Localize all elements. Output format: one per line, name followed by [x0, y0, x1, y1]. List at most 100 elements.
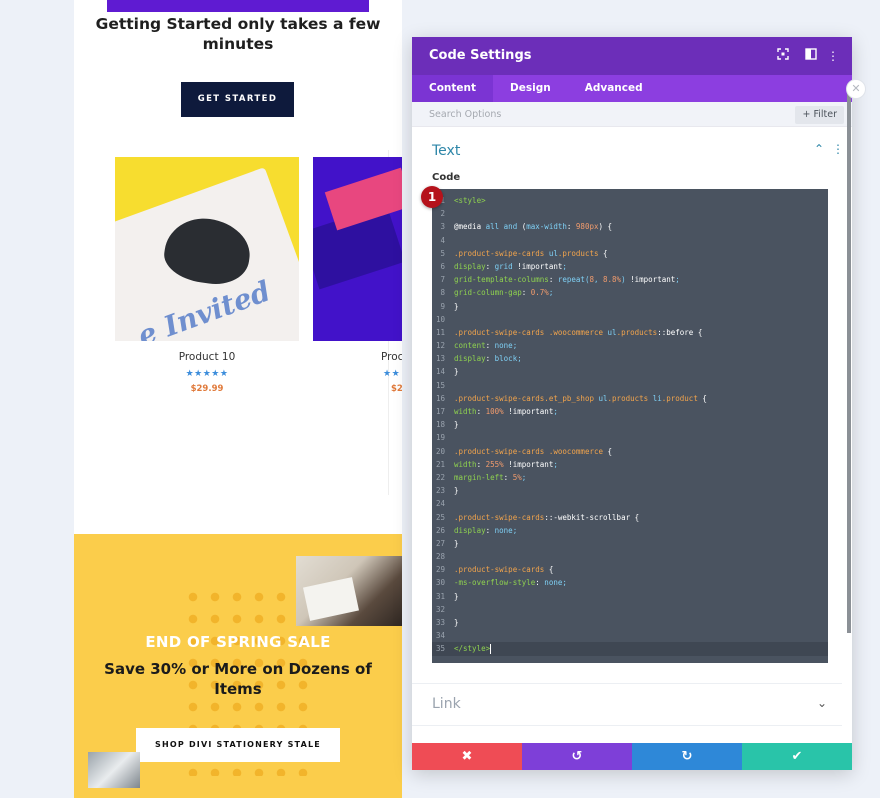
product-name[interactable]: Product 10: [115, 351, 299, 363]
code-line[interactable]: 29 .product-swipe-cards {: [432, 563, 828, 576]
code-text: }: [454, 591, 459, 601]
product-price: $2: [391, 384, 402, 394]
code-text: }: [454, 538, 459, 548]
page-preview: Getting Started only takes a few minutes…: [74, 0, 402, 798]
line-number: 23: [435, 486, 445, 496]
code-line[interactable]: 22 margin-left: 5%;: [432, 471, 828, 484]
code-line[interactable]: 13 display: block;: [432, 352, 828, 365]
code-line[interactable]: 2: [432, 207, 828, 220]
code-line[interactable]: 1 <style>: [432, 194, 828, 207]
section-more-icon[interactable]: ⋮: [832, 142, 844, 156]
code-line[interactable]: 34: [432, 629, 828, 642]
line-number: 5: [440, 248, 445, 258]
product-image[interactable]: [313, 157, 402, 341]
tab-advanced[interactable]: Advanced: [568, 75, 660, 102]
code-text: .product-swipe-cards ul.products {: [454, 248, 608, 258]
code-line[interactable]: 26 display: none;: [432, 524, 828, 537]
undo-button[interactable]: ↺: [522, 743, 632, 770]
get-started-button[interactable]: GET STARTED: [181, 82, 294, 117]
code-line[interactable]: 12 content: none;: [432, 339, 828, 352]
code-line[interactable]: 15: [432, 379, 828, 392]
code-text: }: [454, 486, 459, 496]
code-line[interactable]: 21 width: 255% !important;: [432, 458, 828, 471]
line-number: 9: [440, 301, 445, 311]
code-line[interactable]: 3 @media all and (max-width: 980px) {: [432, 220, 828, 233]
line-number: 31: [435, 591, 445, 601]
line-number: 14: [435, 367, 445, 377]
link-section-title[interactable]: Link: [432, 696, 461, 712]
code-line[interactable]: 17 width: 100% !important;: [432, 405, 828, 418]
code-text: @media all and (max-width: 980px) {: [454, 222, 613, 232]
line-number: 26: [435, 525, 445, 535]
code-line[interactable]: 31}: [432, 590, 828, 603]
product-name[interactable]: Proc: [313, 351, 402, 363]
code-line[interactable]: 23}: [432, 484, 828, 497]
code-line[interactable]: 25 .product-swipe-cards::-webkit-scrollba…: [432, 511, 828, 524]
code-line[interactable]: 6 display: grid !important;: [432, 260, 828, 273]
code-line[interactable]: 10: [432, 313, 828, 326]
chevron-up-icon[interactable]: ⌃: [814, 142, 824, 156]
line-number: 11: [435, 327, 445, 337]
code-text: display: grid !important;: [454, 261, 567, 271]
split-view-icon[interactable]: [803, 48, 819, 64]
code-line[interactable]: 16 .product-swipe-cards.et_pb_shop ul.pro…: [432, 392, 828, 405]
redo-button[interactable]: ↻: [632, 743, 742, 770]
modal-scrollbar[interactable]: [847, 88, 851, 633]
search-options-input[interactable]: [429, 102, 729, 127]
product-card[interactable]: Proc ★★ $2: [313, 157, 402, 394]
filter-button[interactable]: + Filter: [795, 106, 844, 124]
line-number: 12: [435, 341, 445, 351]
code-line[interactable]: 28: [432, 550, 828, 563]
code-line[interactable]: 35 </style>: [432, 642, 828, 656]
expand-icon[interactable]: [775, 48, 791, 64]
product-card[interactable]: e Invited Product 10 ★★★★★ $29.99: [115, 157, 299, 394]
code-text: margin-left: 5%;: [454, 472, 527, 482]
code-line[interactable]: 30 -ms-overflow-style: none;: [432, 576, 828, 589]
divider: [412, 683, 842, 684]
code-editor[interactable]: 1 <style> 2 3 @media all and (max-width: 980…: [432, 189, 828, 663]
line-number: 30: [435, 578, 445, 588]
check-icon: ✔: [791, 749, 803, 764]
shop-sale-button[interactable]: SHOP DIVI STATIONERY STALE: [136, 728, 340, 762]
code-text: </style>: [454, 644, 491, 654]
line-number: 17: [435, 407, 445, 416]
tab-design[interactable]: Design: [493, 75, 568, 102]
modal-header: Code Settings ⋮: [412, 37, 852, 75]
code-line[interactable]: 8 grid-column-gap: 0.7%;: [432, 286, 828, 299]
code-line[interactable]: 9}: [432, 300, 828, 313]
code-line[interactable]: 32: [432, 603, 828, 616]
text-section-header[interactable]: Text ⌃ ⋮: [412, 140, 844, 168]
code-line[interactable]: 24: [432, 497, 828, 510]
code-line[interactable]: 27}: [432, 537, 828, 550]
code-text: display: none;: [454, 525, 518, 535]
paper-sheet: [303, 577, 359, 621]
product-image[interactable]: e Invited: [115, 157, 299, 341]
line-number: 7: [440, 275, 445, 285]
line-number: 34: [435, 631, 445, 641]
line-number: 18: [435, 420, 445, 430]
close-circle-icon[interactable]: ✕: [846, 79, 866, 99]
code-line[interactable]: 20 .product-swipe-cards .woocommerce {: [432, 445, 828, 458]
modal-title: Code Settings: [429, 48, 532, 63]
tab-content[interactable]: Content: [412, 75, 494, 102]
code-line[interactable]: 18}: [432, 418, 828, 431]
code-line[interactable]: 33}: [432, 616, 828, 629]
code-line[interactable]: 19: [432, 431, 828, 444]
code-line[interactable]: 4: [432, 234, 828, 247]
code-line[interactable]: 5 .product-swipe-cards ul.products {: [432, 247, 828, 260]
code-line[interactable]: 11 .product-swipe-cards .woocommerce ul.p…: [432, 326, 828, 339]
code-line[interactable]: 7 grid-template-columns: repeat(8, 8.8%) …: [432, 273, 828, 286]
code-text: width: 100% !important;: [454, 407, 558, 416]
cancel-button[interactable]: ✖: [412, 743, 522, 770]
text-cursor: [490, 644, 492, 655]
save-button[interactable]: ✔: [742, 743, 852, 770]
more-vertical-icon[interactable]: ⋮: [825, 48, 841, 64]
sale-eyebrow: END OF SPRING SALE: [145, 633, 331, 651]
code-field-label: Code: [432, 172, 461, 183]
chevron-down-icon[interactable]: ⌄: [817, 696, 827, 710]
line-number: 28: [435, 552, 445, 562]
code-text: .product-swipe-cards::-webkit-scrollbar …: [454, 512, 640, 522]
code-line[interactable]: 14}: [432, 365, 828, 378]
line-number: 32: [435, 604, 445, 614]
close-icon: ✖: [461, 749, 473, 764]
